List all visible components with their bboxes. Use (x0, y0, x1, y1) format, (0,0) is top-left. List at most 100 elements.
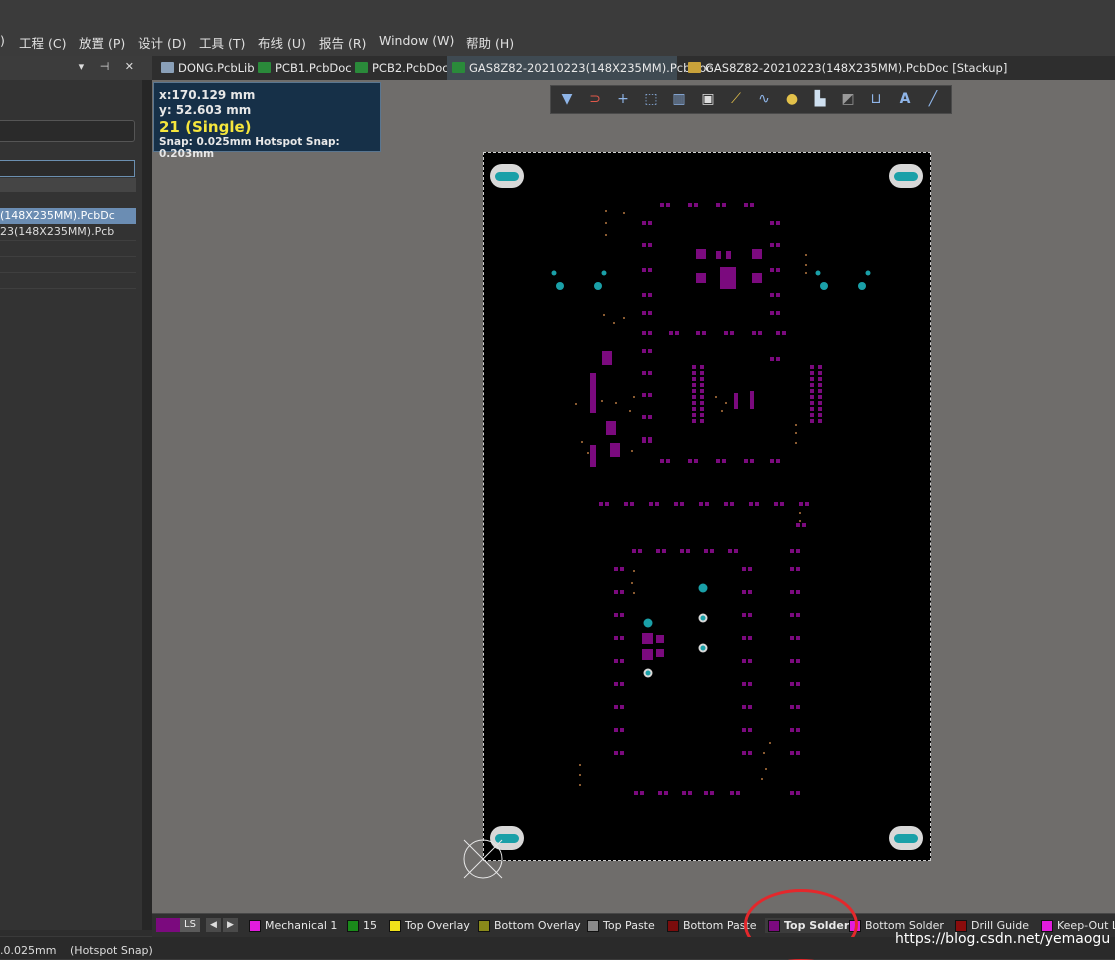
line-icon[interactable]: ╱ (922, 89, 944, 109)
layer-tab-top-paste[interactable]: Top Paste (587, 918, 655, 933)
dimension-icon[interactable]: ⊔ (865, 89, 887, 109)
solder-pad (720, 267, 736, 289)
via-hole (643, 618, 653, 628)
solder-pad (742, 636, 746, 640)
polygon-icon[interactable]: ▙ (809, 89, 831, 109)
filter-icon[interactable]: ▼ (556, 89, 578, 109)
route-icon[interactable]: ⟋ (725, 89, 747, 109)
solder-pad (796, 728, 800, 732)
solder-pad (606, 421, 616, 435)
solder-pad (700, 407, 704, 411)
solder-pad (790, 682, 794, 686)
bar-chart-icon[interactable]: ▥ (668, 89, 690, 109)
menu-item-window[interactable]: Window (W) (379, 33, 454, 48)
solder-pad (748, 636, 752, 640)
project-file-item[interactable]: 23(148X235MM).Pcb (0, 224, 136, 240)
menu-item-route[interactable]: 布线 (U) (258, 33, 306, 52)
panel-header-icons[interactable]: ▾ ⊣ ✕ (79, 60, 140, 73)
divider (0, 272, 136, 273)
projects-panel: ▾ ⊣ ✕ (148X235MM).PcbDc 23(148X235MM).Pc… (0, 56, 152, 936)
layer-scroll-left[interactable]: ◀ (206, 918, 221, 932)
tab-pcb2[interactable]: PCB2.PcbDoc (350, 56, 452, 80)
solder-pad (640, 791, 644, 795)
panel-filter-input[interactable] (0, 160, 135, 177)
solder-pad (688, 791, 692, 795)
solder-pad (696, 331, 700, 335)
heads-up-display: x:170.129 mm y: 52.603 mm 21 (Single) Sn… (153, 82, 381, 160)
solder-pad (642, 393, 646, 397)
current-layer: 21 (Single) (159, 118, 252, 136)
layer-tab-top-overlay[interactable]: Top Overlay (389, 918, 470, 933)
tab-dong-pcblib[interactable]: DONG.PcbLib (156, 56, 258, 80)
plus-icon[interactable]: + (612, 89, 634, 109)
component-icon[interactable]: ▣ (697, 89, 719, 109)
small-via (795, 442, 797, 444)
menu-item-place[interactable]: 放置 (P) (79, 33, 125, 52)
solder-pad (688, 459, 692, 463)
menu-bar: ) 工程 (C) 放置 (P) 设计 (D) 工具 (T) 布线 (U) 报告 … (0, 26, 1115, 56)
select-rect-icon[interactable]: ⬚ (640, 89, 662, 109)
rect-icon[interactable]: ◩ (837, 89, 859, 109)
bulb-icon[interactable]: ● (781, 89, 803, 109)
small-via (631, 450, 633, 452)
menu-item-tools[interactable]: 工具 (T) (199, 33, 245, 52)
layer-tab-bottom-overlay[interactable]: Bottom Overlay (478, 918, 581, 933)
layer-color-swatch (347, 920, 359, 932)
solder-pad (790, 751, 794, 755)
menu-item-prev[interactable]: ) (0, 33, 5, 48)
status-grid: .0.025mm (0, 944, 57, 957)
layer-color-swatch (389, 920, 401, 932)
small-via (805, 254, 807, 256)
via-hole (601, 270, 607, 276)
panel-body: (148X235MM).PcbDc 23(148X235MM).Pcb (0, 80, 143, 930)
solder-pad (632, 549, 636, 553)
solder-pad (750, 459, 754, 463)
layer-set-button[interactable]: LS (180, 918, 200, 932)
diff-pair-icon[interactable]: ∿ (753, 89, 775, 109)
menu-item-help[interactable]: 帮助 (H) (466, 33, 514, 52)
small-via (763, 752, 765, 754)
solder-pad (802, 523, 806, 527)
status-snap: (Hotspot Snap) (70, 944, 153, 957)
small-via (805, 264, 807, 266)
solder-pad (614, 682, 618, 686)
panel-scrollbar[interactable] (142, 80, 152, 930)
layer-tab-15[interactable]: 15 (347, 918, 377, 933)
solder-pad (642, 439, 646, 443)
tab-pcb1[interactable]: PCB1.PcbDoc (253, 56, 357, 80)
current-layer-color[interactable] (156, 918, 180, 932)
small-via (799, 520, 801, 522)
menu-item-reports[interactable]: 报告 (R) (319, 33, 366, 52)
layer-label: 15 (363, 919, 377, 932)
solder-pad (748, 751, 752, 755)
solder-pad (818, 401, 822, 405)
solder-pad (614, 659, 618, 663)
menu-item-project[interactable]: 工程 (C) (19, 33, 66, 52)
solder-pad (742, 613, 746, 617)
small-via (613, 322, 615, 324)
solder-pad (796, 791, 800, 795)
menu-item-design[interactable]: 设计 (D) (138, 33, 186, 52)
solder-pad (716, 203, 720, 207)
layer-scroll-right[interactable]: ▶ (223, 918, 238, 932)
solder-pad (648, 221, 652, 225)
pcb-board[interactable] (483, 152, 931, 861)
tab-label: GAS8Z82-20210223(148X235MM).PcbDoc [Stac… (705, 61, 1008, 75)
tab-gas8z82-pcbdoc[interactable]: GAS8Z82-20210223(148X235MM).PcbDoc (447, 56, 713, 80)
panel-search-input[interactable] (0, 120, 135, 142)
magnet-icon[interactable]: ⊃ (584, 89, 606, 109)
solder-pad (710, 549, 714, 553)
project-file-item[interactable]: (148X235MM).PcbDc (0, 208, 136, 224)
solder-pad (675, 331, 679, 335)
tab-gas8z82-stackup[interactable]: GAS8Z82-20210223(148X235MM).PcbDoc [Stac… (683, 56, 1008, 80)
text-icon[interactable]: A (894, 89, 916, 109)
solder-pad (818, 407, 822, 411)
cursor-y: y: 52.603 mm (159, 103, 252, 117)
small-via (633, 592, 635, 594)
solder-pad (620, 590, 624, 594)
layer-tab-mechanical-1[interactable]: Mechanical 1 (249, 918, 337, 933)
stackup-icon (688, 62, 701, 73)
solder-pad (648, 415, 652, 419)
watermark: https://blog.csdn.net/yemaogu (895, 931, 1111, 947)
mounting-holes (490, 164, 923, 850)
